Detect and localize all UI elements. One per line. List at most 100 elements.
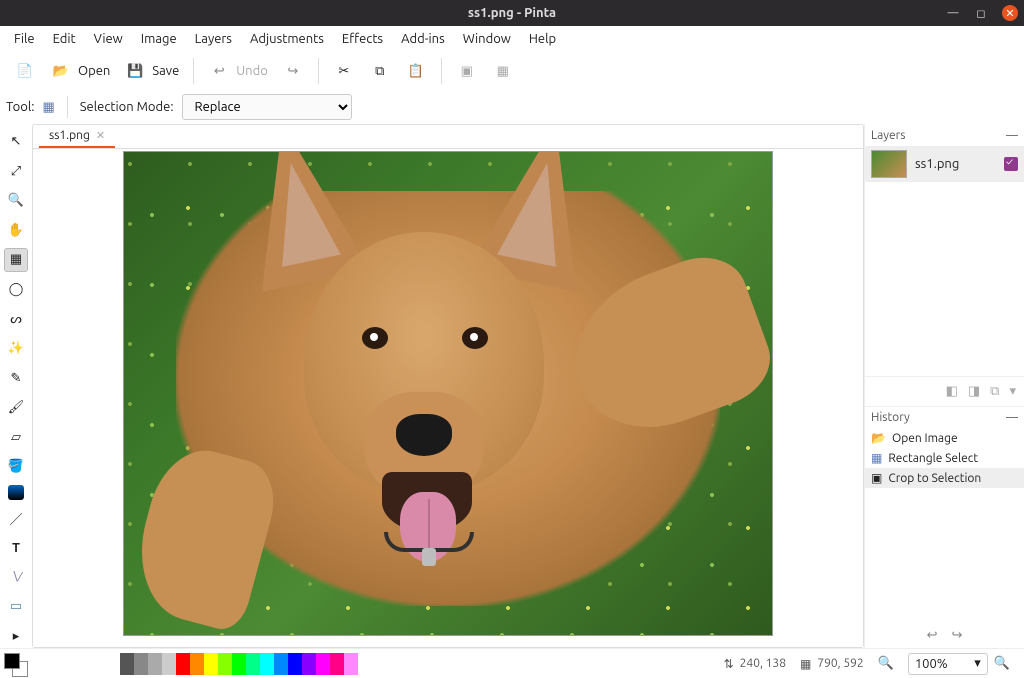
paste-button[interactable]: 📋 <box>401 58 431 84</box>
zoom-value: 100% <box>915 657 948 671</box>
palette-swatch[interactable] <box>302 653 316 675</box>
palette-swatch[interactable] <box>232 653 246 675</box>
crop-icon: ▣ <box>456 60 478 82</box>
layer-thumbnail <box>871 150 907 178</box>
menu-layers[interactable]: Layers <box>187 28 240 50</box>
history-item[interactable]: ▦Rectangle Select <box>865 448 1024 468</box>
tool-options-bar: Tool: ▦ Selection Mode: Replace <box>0 90 1024 124</box>
text-tool[interactable]: T <box>4 536 28 560</box>
menu-addins[interactable]: Add-ins <box>393 28 453 50</box>
layer-row[interactable]: ss1.png <box>865 146 1024 182</box>
zoom-out-button[interactable] <box>878 656 894 671</box>
delete-layer-icon[interactable]: ◨ <box>968 384 980 399</box>
zoom-tool[interactable]: 🔍 <box>4 189 28 213</box>
zoom-select[interactable]: 100% ▾ <box>908 653 988 675</box>
canvas[interactable] <box>33 149 863 647</box>
ellipse-select-tool[interactable]: ◯ <box>4 278 28 302</box>
palette-swatch[interactable] <box>330 653 344 675</box>
tab-label: ss1.png <box>49 129 90 142</box>
cut-icon: ✂ <box>333 60 355 82</box>
magic-wand-tool[interactable]: ✨ <box>4 337 28 361</box>
cursor-icon: ⇅ <box>724 657 734 671</box>
menu-adjustments[interactable]: Adjustments <box>242 28 332 50</box>
history-item[interactable]: ▣Crop to Selection <box>865 468 1024 488</box>
image-content <box>123 151 773 636</box>
palette-swatch[interactable] <box>246 653 260 675</box>
line-tool[interactable]: ∖⁄ <box>4 565 28 589</box>
close-button[interactable]: ✕ <box>1002 5 1018 21</box>
palette-swatch[interactable] <box>218 653 232 675</box>
palette-swatch[interactable] <box>162 653 176 675</box>
bucket-tool[interactable]: 🪣 <box>4 455 28 479</box>
color-swatches[interactable] <box>2 651 30 677</box>
color-picker-tool[interactable]: ／ <box>4 506 28 530</box>
tab-close-icon[interactable]: ✕ <box>96 129 105 142</box>
history-item[interactable]: 📂Open Image <box>865 428 1024 448</box>
palette-swatch[interactable] <box>204 653 218 675</box>
zoom-in-button[interactable] <box>994 656 1010 671</box>
rectangle-select-tool[interactable]: ▦ <box>4 248 28 272</box>
separator <box>318 58 319 84</box>
pan-tool[interactable]: ✋ <box>4 219 28 243</box>
palette-swatch[interactable] <box>120 653 134 675</box>
save-button[interactable]: 💾Save <box>120 58 183 84</box>
open-button[interactable]: 📂Open <box>46 58 114 84</box>
statusbar: ⇅ 240, 138 ▦ 790, 592 100% ▾ <box>0 648 1024 678</box>
duplicate-layer-icon[interactable]: ⧉ <box>990 384 999 399</box>
history-list: 📂Open Image ▦Rectangle Select ▣Crop to S… <box>865 428 1024 622</box>
palette-swatch[interactable] <box>274 653 288 675</box>
eraser-tool[interactable]: ▱ <box>4 426 28 450</box>
layers-toolbar: ◧ ◨ ⧉ ▾ <box>865 376 1024 406</box>
collapse-icon[interactable]: — <box>1006 129 1018 142</box>
undo-icon[interactable] <box>927 628 938 643</box>
layer-name: ss1.png <box>915 157 996 171</box>
color-palette[interactable] <box>120 653 358 675</box>
rectangle-tool[interactable]: ▭ <box>4 595 28 619</box>
move-selection-tool[interactable]: ⤢ <box>4 160 28 184</box>
palette-swatch[interactable] <box>260 653 274 675</box>
menu-effects[interactable]: Effects <box>334 28 391 50</box>
paintbrush-tool[interactable]: 🖌 <box>4 396 28 420</box>
deselect-button[interactable]: ▦ <box>488 58 518 84</box>
layer-menu-icon[interactable]: ▾ <box>1009 384 1016 399</box>
palette-swatch[interactable] <box>190 653 204 675</box>
palette-swatch[interactable] <box>134 653 148 675</box>
palette-swatch[interactable] <box>288 653 302 675</box>
cut-button[interactable]: ✂ <box>329 58 359 84</box>
copy-button[interactable]: ⧉ <box>365 58 395 84</box>
pencil-tool[interactable]: ✎ <box>4 366 28 390</box>
menu-help[interactable]: Help <box>521 28 564 50</box>
crop-button[interactable]: ▣ <box>452 58 482 84</box>
redo-button[interactable] <box>278 58 308 84</box>
minimize-button[interactable]: — <box>946 6 960 20</box>
history-panel-header: History — <box>865 406 1024 428</box>
menu-file[interactable]: File <box>6 28 43 50</box>
fg-color-swatch[interactable] <box>4 653 20 669</box>
menu-image[interactable]: Image <box>133 28 185 50</box>
layer-visible-checkbox[interactable] <box>1004 157 1018 171</box>
palette-swatch[interactable] <box>316 653 330 675</box>
selection-mode-select[interactable]: Replace <box>182 94 352 120</box>
palette-swatch[interactable] <box>148 653 162 675</box>
history-toolbar <box>865 622 1024 648</box>
undo-button[interactable]: Undo <box>204 58 272 84</box>
more-tools[interactable]: ▸ <box>4 624 28 648</box>
lasso-tool[interactable]: ᔕ <box>4 307 28 331</box>
collapse-icon[interactable]: — <box>1006 411 1018 424</box>
palette-swatch[interactable] <box>176 653 190 675</box>
chevron-down-icon: ▾ <box>974 656 981 671</box>
palette-swatch[interactable] <box>344 653 358 675</box>
history-item-label: Crop to Selection <box>888 472 981 485</box>
move-tool[interactable]: ↖ <box>4 130 28 154</box>
document-tab[interactable]: ss1.png ✕ <box>39 125 115 148</box>
maximize-button[interactable]: ◻ <box>974 6 988 20</box>
undo-label: Undo <box>236 64 268 78</box>
redo-icon[interactable] <box>952 628 963 643</box>
layers-title: Layers <box>871 129 905 142</box>
gradient-tool[interactable] <box>8 485 24 501</box>
add-layer-icon[interactable]: ◧ <box>946 384 958 399</box>
menu-view[interactable]: View <box>86 28 131 50</box>
new-button[interactable]: 📄 <box>10 58 40 84</box>
menu-window[interactable]: Window <box>455 28 519 50</box>
menu-edit[interactable]: Edit <box>45 28 84 50</box>
